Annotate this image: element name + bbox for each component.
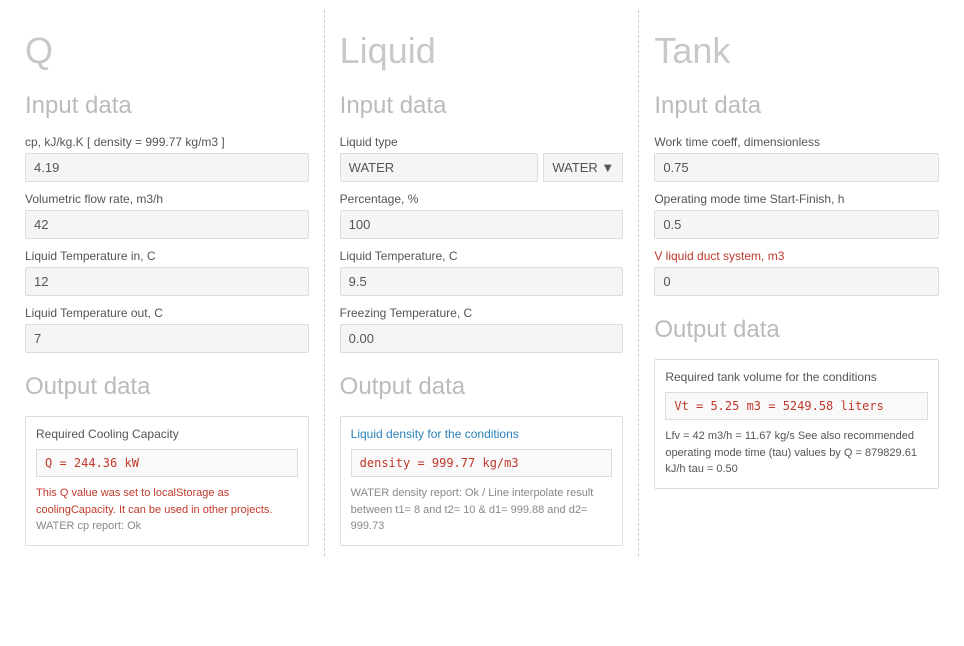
input-section-title-q: Input data (25, 92, 309, 120)
input-percentage[interactable] (340, 210, 624, 239)
input-cp[interactable] (25, 153, 309, 182)
field-label-work_time_coeff: Work time coeff, dimensionless (654, 135, 939, 149)
field-label-freezing_temp: Freezing Temperature, C (340, 306, 624, 320)
output-section-title-q: Output data (25, 373, 309, 401)
select-row-liquid_type: WATER ▼ (340, 153, 624, 182)
output-value-tank: Vt = 5.25 m3 = 5249.58 liters (665, 392, 928, 420)
input-operating_mode_time[interactable] (654, 210, 939, 239)
field-label-operating_mode_time: Operating mode time Start-Finish, h (654, 192, 939, 206)
output-note-liquid-0: WATER density report: Ok / Line interpol… (351, 485, 613, 535)
column-tank: Tank Input data Work time coeff, dimension… (639, 10, 954, 556)
field-label-v_liquid_duct: V liquid duct system, m3 (654, 249, 939, 263)
output-box-title-q: Required Cooling Capacity (36, 427, 298, 441)
column-q: Q Input data cp, kJ/kg.K [ density = 999.7… (10, 10, 325, 556)
output-section-title-tank: Output data (654, 316, 939, 344)
output-note-q-1: WATER cp report: Ok (36, 518, 298, 535)
column-title-liquid: Liquid (340, 30, 624, 72)
input-liquid_temp[interactable] (340, 267, 624, 296)
page-container: Q Input data cp, kJ/kg.K [ density = 999.7… (0, 0, 964, 566)
output-value-q: Q = 244.36 kW (36, 449, 298, 477)
input-work_time_coeff[interactable] (654, 153, 939, 182)
output-box-title-tank: Required tank volume for the conditions (665, 370, 928, 384)
column-title-q: Q (25, 30, 309, 72)
input-freezing_temp[interactable] (340, 324, 624, 353)
dropdown-liquid_type[interactable]: WATER ▼ (543, 153, 623, 182)
field-label-cp: cp, kJ/kg.K [ density = 999.77 kg/m3 ] (25, 135, 309, 149)
column-title-tank: Tank (654, 30, 939, 72)
input-section-title-tank: Input data (654, 92, 939, 120)
input-volumetric_flow_rate[interactable] (25, 210, 309, 239)
field-label-temp_in: Liquid Temperature in, C (25, 249, 309, 263)
column-liquid: Liquid Input data Liquid type WATER ▼ Percen… (325, 10, 640, 556)
output-box-q: Required Cooling Capacity Q = 244.36 kW Th… (25, 416, 309, 546)
input-v_liquid_duct[interactable] (654, 267, 939, 296)
output-box-tank: Required tank volume for the conditions V… (654, 359, 939, 489)
field-label-liquid_temp: Liquid Temperature, C (340, 249, 624, 263)
input-section-title-liquid: Input data (340, 92, 624, 120)
field-label-temp_out: Liquid Temperature out, C (25, 306, 309, 320)
field-label-percentage: Percentage, % (340, 192, 624, 206)
input-temp_in[interactable] (25, 267, 309, 296)
output-box-liquid: Liquid density for the conditions density… (340, 416, 624, 546)
input-liquid_type[interactable] (340, 153, 539, 182)
output-note-tank-0: Lfv = 42 m3/h = 11.67 kg/s See also reco… (665, 428, 928, 478)
output-section-title-liquid: Output data (340, 373, 624, 401)
field-label-volumetric_flow_rate: Volumetric flow rate, m3/h (25, 192, 309, 206)
output-note-q-0: This Q value was set to localStorage as … (36, 485, 298, 518)
input-temp_out[interactable] (25, 324, 309, 353)
output-box-title-liquid: Liquid density for the conditions (351, 427, 613, 441)
output-value-liquid: density = 999.77 kg/m3 (351, 449, 613, 477)
field-label-liquid_type: Liquid type (340, 135, 624, 149)
